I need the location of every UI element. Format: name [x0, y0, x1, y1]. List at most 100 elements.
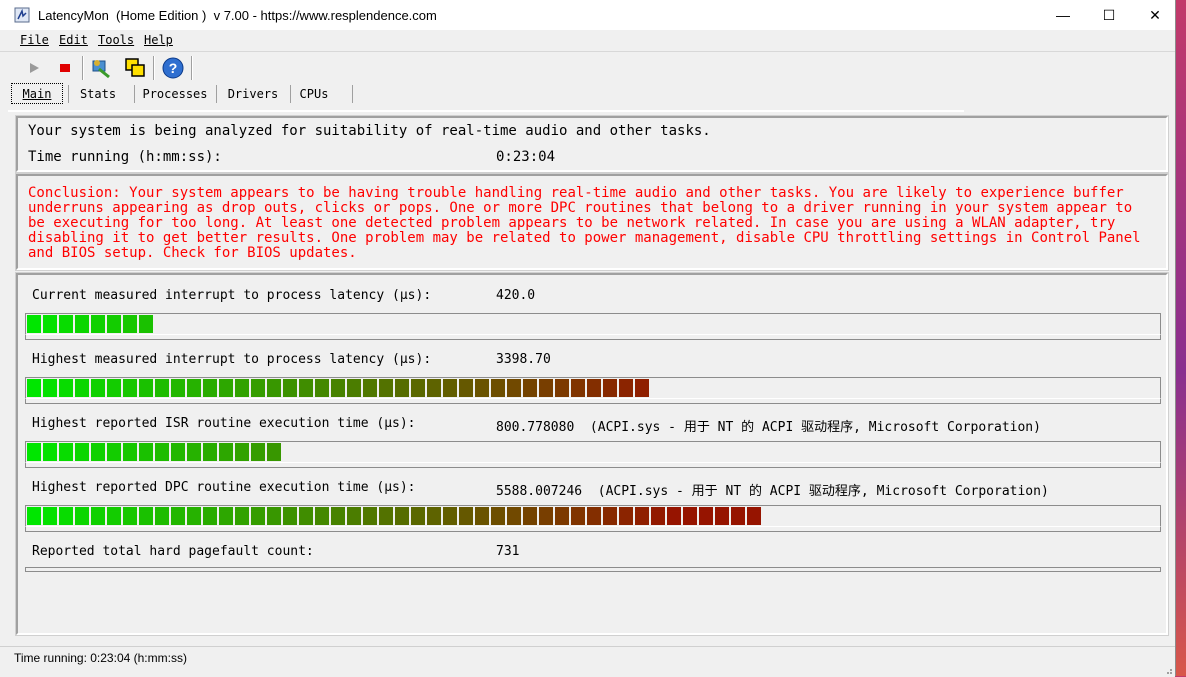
bar-segment — [699, 507, 713, 525]
resize-grip-icon[interactable] — [1163, 665, 1173, 675]
bar-segment — [219, 379, 233, 397]
bar-segment — [27, 507, 41, 525]
bar-segment — [379, 507, 393, 525]
tab-drivers[interactable]: Drivers — [220, 83, 286, 104]
tab-drivers-label: Drivers — [227, 86, 279, 101]
windows-button[interactable] — [122, 55, 148, 81]
bar-segment — [523, 507, 537, 525]
tab-cpus[interactable]: CPUs — [294, 83, 334, 104]
bar-segment — [187, 379, 201, 397]
bar-segment — [651, 507, 665, 525]
bar-segment — [219, 443, 233, 461]
start-button[interactable] — [21, 55, 47, 81]
tab-stats[interactable]: Stats — [72, 83, 124, 104]
bar-segment — [715, 507, 729, 525]
tab-bar: Main Stats Processes Drivers CPUs — [0, 83, 1175, 105]
tab-separator — [216, 85, 217, 103]
bar-segment — [635, 379, 649, 397]
tab-cpus-label: CPUs — [299, 86, 329, 101]
bar-segment — [155, 507, 169, 525]
bar-segment — [587, 379, 601, 397]
bar-segment — [155, 379, 169, 397]
conclusion-panel: Conclusion: Your system appears to be ha… — [15, 173, 1169, 271]
bar-segment — [235, 443, 249, 461]
bar-segment — [539, 507, 553, 525]
bar-segment — [91, 443, 105, 461]
tab-main[interactable]: Main — [11, 83, 63, 104]
bar-segment — [443, 379, 457, 397]
bar-segment — [171, 507, 185, 525]
bar-segment — [475, 379, 489, 397]
tab-processes-label: Processes — [142, 86, 208, 101]
bar-segment — [331, 507, 345, 525]
bar-segment — [571, 507, 585, 525]
bar-segment — [603, 379, 617, 397]
analyze-button[interactable] — [89, 55, 115, 81]
svg-text:?: ? — [169, 60, 178, 76]
toolbar-separator — [191, 56, 193, 80]
bar-segment — [379, 379, 393, 397]
minimize-button[interactable]: — — [1040, 0, 1086, 30]
bar-segment — [43, 379, 57, 397]
bar-segment — [123, 315, 137, 333]
help-icon: ? — [162, 57, 184, 79]
bar-segment — [139, 507, 153, 525]
status-bar-text: Time running: 0:23:04 (h:mm:ss) — [14, 651, 187, 665]
bar-segment — [251, 443, 265, 461]
bar-segment — [267, 379, 281, 397]
bar-segment — [123, 379, 137, 397]
bar-segment — [491, 507, 505, 525]
menu-edit[interactable]: Edit — [59, 33, 88, 47]
bar-segment — [139, 443, 153, 461]
menu-help-label: Help — [144, 33, 173, 47]
bar-segment — [283, 507, 297, 525]
status-bar: Time running: 0:23:04 (h:mm:ss) — [0, 646, 1175, 677]
time-running-label: Time running (h:mm:ss): — [28, 149, 222, 165]
window-title: LatencyMon (Home Edition ) v 7.00 - http… — [38, 8, 437, 23]
bar-segment — [75, 443, 89, 461]
tab-separator — [352, 85, 353, 103]
bar-segment — [59, 315, 73, 333]
bar-segment — [443, 507, 457, 525]
bar-segment — [459, 379, 473, 397]
metrics-panel: Current measured interrupt to process la… — [15, 272, 1169, 636]
bar-segment — [315, 379, 329, 397]
maximize-button[interactable]: ☐ — [1086, 0, 1132, 30]
stop-button[interactable] — [52, 55, 78, 81]
title-bar[interactable]: LatencyMon (Home Edition ) v 7.00 - http… — [0, 0, 1175, 30]
bar-segment — [59, 443, 73, 461]
tab-separator — [134, 85, 135, 103]
bar-segment — [203, 507, 217, 525]
bar-segment — [363, 379, 377, 397]
bar-segment — [619, 507, 633, 525]
menu-help[interactable]: Help — [144, 33, 173, 47]
menu-tools[interactable]: Tools — [98, 33, 134, 47]
help-button[interactable]: ? — [160, 55, 186, 81]
pagefault-separator — [25, 567, 1161, 572]
minimize-icon: — — [1056, 7, 1070, 23]
bar-segment — [667, 507, 681, 525]
bar-segment — [139, 379, 153, 397]
bar-segment — [411, 507, 425, 525]
bar-segment — [395, 507, 409, 525]
bar-segment — [203, 443, 217, 461]
conclusion-text: Conclusion: Your system appears to be ha… — [28, 185, 1141, 261]
current-latency-label: Current measured interrupt to process la… — [32, 288, 432, 303]
bar-segment — [459, 507, 473, 525]
isr-time-label: Highest reported ISR routine execution t… — [32, 416, 416, 431]
bar-segment — [299, 507, 313, 525]
tab-separator — [68, 85, 69, 103]
tab-processes[interactable]: Processes — [138, 83, 212, 104]
pagefault-label: Reported total hard pagefault count: — [32, 544, 314, 559]
dpc-time-value: 5588.007246 (ACPI.sys - 用于 NT 的 ACPI 驱动程… — [496, 484, 1049, 499]
bar-segment — [267, 443, 281, 461]
bar-segment — [107, 443, 121, 461]
menu-file[interactable]: File — [20, 33, 49, 47]
bar-segment — [411, 379, 425, 397]
bar-segment — [235, 379, 249, 397]
current-latency-value: 420.0 — [496, 288, 536, 303]
bar-segment — [747, 507, 761, 525]
close-button[interactable]: ✕ — [1132, 0, 1178, 30]
bar-segment — [43, 315, 57, 333]
bar-segment — [43, 507, 57, 525]
